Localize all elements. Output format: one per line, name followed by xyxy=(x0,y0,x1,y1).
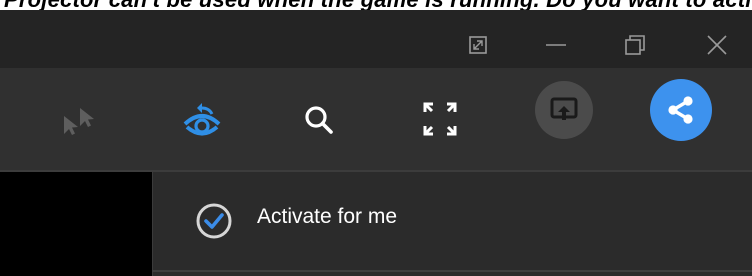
activate-for-me-label[interactable]: Activate for me xyxy=(257,205,397,229)
minimize-icon[interactable] xyxy=(539,28,573,62)
share-icon xyxy=(668,96,693,124)
multi-cursor-icon[interactable] xyxy=(60,104,100,138)
top-message-strip: Projector can't be used when the game is… xyxy=(0,0,752,10)
title-bar xyxy=(0,10,752,68)
check-circle-icon[interactable] xyxy=(193,200,235,242)
share-button[interactable] xyxy=(650,79,712,141)
panel-divider xyxy=(152,270,752,272)
maximize-restore-icon[interactable] xyxy=(618,28,652,62)
restore-small-icon[interactable] xyxy=(461,28,495,62)
screen-share-icon xyxy=(550,97,578,120)
fullscreen-icon[interactable] xyxy=(422,101,458,137)
eye-sync-icon[interactable] xyxy=(181,100,223,140)
search-icon[interactable] xyxy=(302,103,336,137)
screen-share-button[interactable] xyxy=(535,81,593,139)
top-message-text: Projector can't be used when the game is… xyxy=(4,0,752,10)
activate-panel xyxy=(152,172,752,276)
toolbar xyxy=(0,68,752,170)
close-icon[interactable] xyxy=(700,28,734,62)
left-dark-area xyxy=(0,172,152,276)
